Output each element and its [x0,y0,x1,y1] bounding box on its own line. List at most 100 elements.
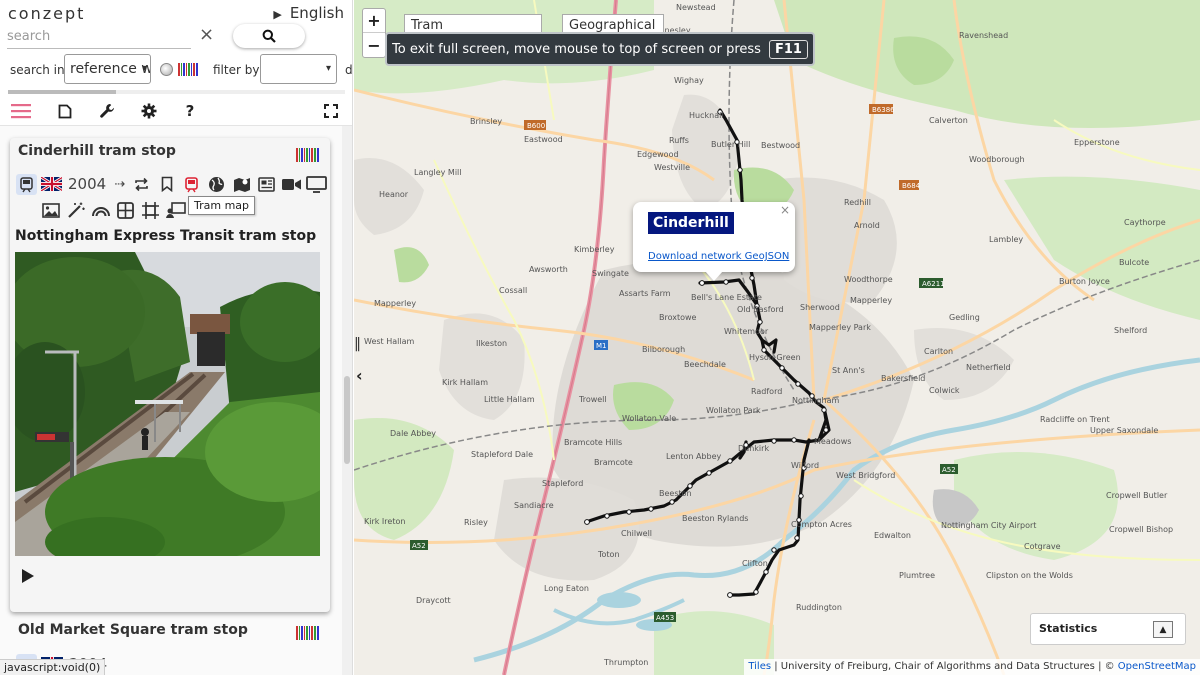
monitor-icon[interactable] [306,174,327,195]
map-place-label: Arnold [854,221,880,230]
statistics-panel: Statistics ▲ [1030,613,1186,645]
svg-text:A453: A453 [656,614,674,622]
map-place-label: Nottingham [792,396,839,405]
map-place-label: Wollaton Vale [622,414,676,423]
close-icon[interactable]: × [780,203,790,217]
result-card: Cinderhill tram stop 2004 ⇢ Tram map Not… [10,138,330,612]
grid-icon[interactable] [115,200,136,221]
map-place-label: Plumtree [899,571,935,580]
map-place-label: Cropwell Butler [1106,491,1168,500]
search-in-select[interactable]: reference w ▾ [64,54,151,84]
tiles-link[interactable]: Tiles [748,661,771,672]
zoom-in-button[interactable]: + [363,9,385,33]
map-place-label: Hyson Green [749,353,801,362]
triangle-right-icon: ▶ [273,8,282,21]
map-marker-icon[interactable] [231,174,252,195]
wrench-icon [100,104,114,118]
map-place-label: Ruffs [669,136,689,145]
rainbow-icon[interactable] [90,200,111,221]
search-icon [262,29,276,43]
card-title[interactable]: Cinderhill tram stop [18,143,176,159]
search-button[interactable] [233,24,305,48]
settings-button[interactable] [138,100,160,122]
chevron-down-icon: ▾ [325,63,331,74]
download-geojson-link[interactable]: Download network GeoJSON [648,251,789,262]
barcode-icon[interactable] [296,626,320,640]
map-place-label: Gedling [949,313,980,322]
chevron-left-icon[interactable]: ‹ [356,366,363,385]
status-bar: javascript:void(0) [0,659,106,675]
map-place-label: Stapleford [542,479,583,488]
language-selector[interactable]: ▶ English [273,4,344,22]
map-place-label: Brinsley [470,117,502,126]
zoom-control: + − [362,8,386,58]
search-options-row: search in: reference w ▾ filter by: ▾ d [0,54,352,86]
tram-map-icon[interactable] [181,174,202,195]
fullscreen-button[interactable] [320,100,342,122]
sidebar-toolbar: ? [0,96,352,126]
openstreetmap-link[interactable]: OpenStreetMap [1118,661,1196,672]
map-place-label: Bakersfield [881,374,925,383]
help-icon[interactable]: ? [179,100,201,122]
map-place-label: Upper Saxondale [1090,426,1158,435]
scrollbar-thumb[interactable] [344,376,350,464]
map-place-label: Dunkirk [738,444,769,453]
bookmark-icon[interactable] [156,174,177,195]
panel-resize-handle[interactable]: ‖ [354,336,361,352]
map-place-label: Dale Abbey [390,429,436,438]
map-place-label: Calverton [929,116,968,125]
fullscreen-message: To exit full screen, move mouse to top o… [392,41,761,57]
map-place-label: Chilwell [621,529,652,538]
clear-search-icon[interactable]: × [199,24,214,45]
search-in-value: reference w [70,61,151,77]
gear-icon [141,103,157,119]
horizontal-scrollbar[interactable] [8,90,345,94]
tram-stop-photo[interactable] [15,252,320,556]
barcode-icon[interactable] [296,148,320,162]
map-place-label: Caythorpe [1124,218,1166,227]
brand-logo[interactable]: conzept [8,4,85,23]
play-button[interactable] [20,568,40,588]
map-attribution: Tiles | University of Freiburg, Chair of… [744,659,1200,675]
tools-button[interactable] [96,100,118,122]
search-input[interactable] [7,25,191,49]
map-place-label: Clifton [742,559,768,568]
map-place-label: Woodthorpe [844,275,893,284]
filter-select[interactable]: ▾ [260,54,337,84]
map-place-label: Cossall [499,286,527,295]
tram-icon[interactable] [16,173,37,195]
map-place-label: Mapperley [374,299,416,308]
zoom-out-button[interactable]: − [363,33,385,57]
wikipedia-icon[interactable] [160,63,173,76]
card-icon-row-2 [40,198,186,222]
map-place-label: Colwick [929,386,960,395]
vertical-scrollbar[interactable] [342,126,352,675]
map-place-label: Eastwood [524,135,563,144]
barcode-icon[interactable] [178,63,198,76]
magic-wand-icon[interactable] [65,200,86,221]
crop-icon[interactable] [140,200,161,221]
uk-flag-icon [41,174,62,195]
menu-icon [11,104,31,119]
repeat-icon[interactable] [131,174,152,195]
newspaper-icon[interactable] [256,174,277,195]
f11-key: F11 [768,39,808,59]
video-camera-icon[interactable] [281,174,302,195]
menu-button[interactable] [10,100,32,122]
map-place-label: Wollaton Park [706,406,761,415]
map-place-label: Old Basford [737,305,784,314]
card2-title[interactable]: Old Market Square tram stop [18,622,248,638]
map-view[interactable]: Newstead Annesley Wighay Ravenshead Hucknall… [354,0,1200,675]
image-icon[interactable] [40,200,61,221]
presenter-icon[interactable] [165,200,186,221]
map-tiles[interactable]: NewsteadAnnesleyWighayRavensheadHucknall… [354,0,1200,675]
fullscreen-icon [324,104,338,118]
globe-icon[interactable] [206,174,227,195]
scrollbar-thumb[interactable] [8,90,116,94]
attribution-text: | University of Freiburg, Chair of Algor… [771,661,1118,672]
bookmarks-button[interactable] [54,100,76,122]
svg-text:B6386: B6386 [872,106,895,114]
statistics-toggle-button[interactable]: ▲ [1153,621,1173,638]
map-place-label: Thrumpton [603,658,648,667]
map-place-label: Lambley [989,235,1023,244]
